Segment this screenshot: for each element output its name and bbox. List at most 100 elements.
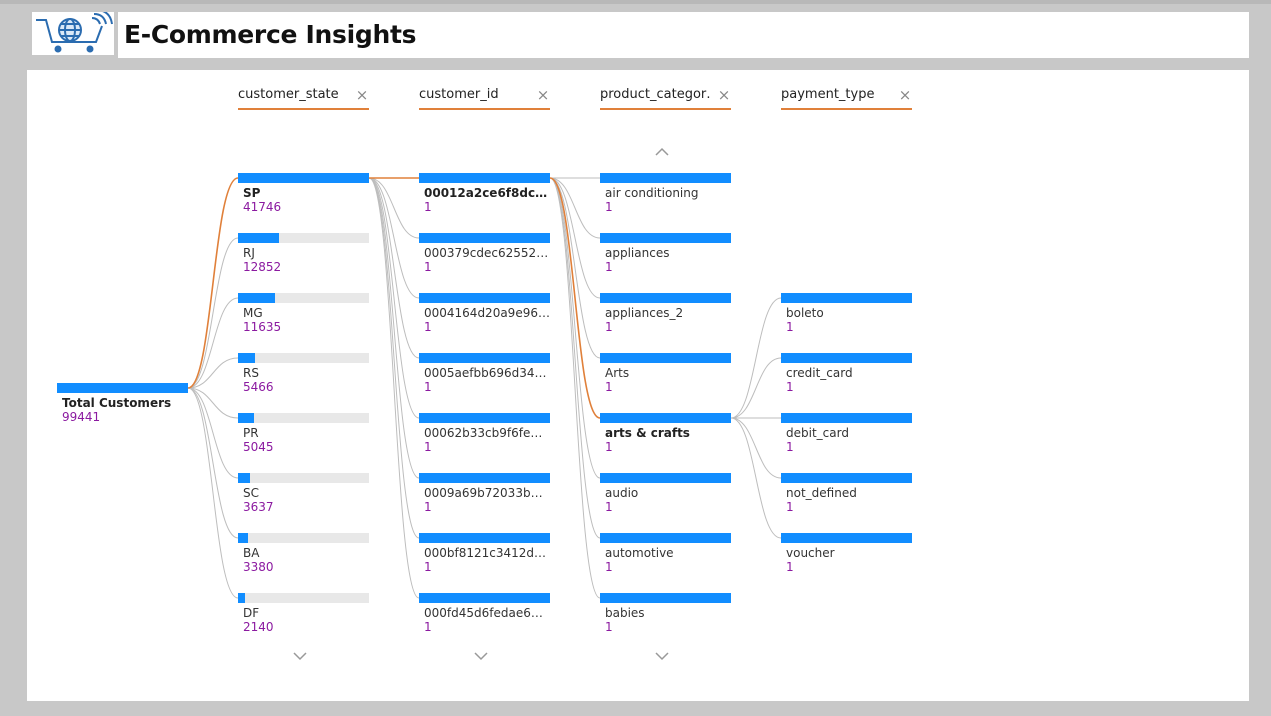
link [730,417,782,539]
chevron-down-icon[interactable] [292,650,308,662]
node-label: arts & crafts [605,426,690,440]
link [549,177,601,599]
node-value: 1 [424,200,432,214]
node-label: SC [243,486,259,500]
level-header-label: customer_state [238,87,339,102]
node-value: 1 [786,440,794,454]
node-value: 1 [605,620,613,634]
node-value: 1 [786,560,794,574]
close-icon[interactable]: × [536,86,550,104]
link [368,177,420,539]
root-label: Total Customers [62,396,172,410]
node-value: 12852 [243,260,282,274]
link [730,297,782,419]
level-header-payment-type[interactable]: payment_type × [781,86,912,110]
link [730,417,782,479]
node-label: air conditioning [605,186,699,200]
chevron-down-icon[interactable] [473,650,489,662]
node-bar-fill [419,533,550,543]
node-value: 1 [605,380,613,394]
customer-id-node[interactable]: 0005aefbb696d34b34…1 [419,353,550,403]
node-label: audio [605,486,639,500]
node-label: credit_card [786,366,853,380]
payment-node[interactable]: not_defined 1 [781,473,912,523]
node-bar-fill [238,233,279,243]
node-value: 1 [605,260,613,274]
node-value: 1 [786,320,794,334]
category-node[interactable]: appliances 1 [600,233,731,283]
close-icon[interactable]: × [898,86,912,104]
payment-node[interactable]: boleto 1 [781,293,912,343]
link [368,177,420,299]
node-bar-fill [419,593,550,603]
node-label: boleto [786,306,824,320]
customer-id-node[interactable]: 000bf8121c3412d3057…1 [419,533,550,583]
node-label: appliances_2 [605,306,684,320]
close-icon[interactable]: × [355,86,369,104]
customer-id-node[interactable]: 00012a2ce6f8dcda2…1 [419,173,550,223]
node-label: automotive [605,546,674,560]
node-label: not_defined [786,486,857,500]
node-bar-fill [238,593,245,603]
node-value: 1 [605,320,613,334]
level-header-customer-id[interactable]: customer_id × [419,86,550,110]
state-node[interactable]: MG 11635 [238,293,369,343]
state-node[interactable]: DF 2140 [238,593,369,643]
link [549,177,601,479]
state-node[interactable]: BA 3380 [238,533,369,583]
node-value: 1 [605,200,613,214]
payment-node[interactable]: credit_card 1 [781,353,912,403]
chevron-up-icon[interactable] [654,146,670,158]
category-node[interactable]: air conditioning 1 [600,173,731,223]
node-value: 3637 [243,500,274,514]
chevron-down-icon[interactable] [654,650,670,662]
node-bar-fill [238,173,369,183]
decomposition-tree: customer_state × customer_id × product_c… [27,70,1249,701]
node-label: 0009a69b72033b2d0e… [424,486,550,500]
customer-id-node[interactable]: 0009a69b72033b2d0e…1 [419,473,550,523]
state-node[interactable]: RS 5466 [238,353,369,403]
level-header-label: product_categor… [600,87,712,102]
state-node[interactable]: RJ 12852 [238,233,369,283]
level-header-product-category[interactable]: product_categor… × [600,86,731,110]
node-value: 1 [424,320,432,334]
node-bar-fill [600,293,731,303]
category-node[interactable]: Arts 1 [600,353,731,403]
category-node[interactable]: babies 1 [600,593,731,643]
category-node[interactable]: audio 1 [600,473,731,523]
node-bar-fill [238,533,249,543]
payment-node[interactable]: debit_card 1 [781,413,912,463]
state-node[interactable]: PR 5045 [238,413,369,463]
node-value: 11635 [243,320,282,334]
node-label: appliances [605,246,670,260]
node-value: 2140 [243,620,274,634]
link [187,387,239,599]
payment-node[interactable]: voucher 1 [781,533,912,583]
root-node[interactable]: Total Customers 99441 [57,383,188,433]
node-bar-fill [419,353,550,363]
customer-id-node[interactable]: 000379cdec62552249…1 [419,233,550,283]
customer-id-node[interactable]: 000fd45d6fedae68fc6…1 [419,593,550,643]
customer-id-node[interactable]: 0004164d20a9e969af7…1 [419,293,550,343]
node-bar-track [238,593,369,603]
node-value: 1 [605,440,613,454]
node-label: 0005aefbb696d34b34… [424,366,550,380]
node-value: 1 [786,500,794,514]
link [368,177,420,599]
category-node[interactable]: appliances_2 1 [600,293,731,343]
close-icon[interactable]: × [717,86,731,104]
node-label: 0004164d20a9e969af7… [424,306,550,320]
state-node[interactable]: SP 41746 [238,173,369,223]
level-header-customer-state[interactable]: customer_state × [238,86,369,110]
category-node[interactable]: automotive 1 [600,533,731,583]
category-node[interactable]: arts & crafts 1 [600,413,731,463]
level-header-label: customer_id [419,87,499,102]
node-bar-fill [781,353,912,363]
root-value: 99441 [62,410,101,424]
node-value: 1 [424,380,432,394]
highlight-link [187,177,239,389]
node-bar-fill [600,173,731,183]
customer-id-node[interactable]: 00062b33cb9f6fe976af…1 [419,413,550,463]
state-node[interactable]: SC 3637 [238,473,369,523]
page-title: E-Commerce Insights [124,20,417,49]
